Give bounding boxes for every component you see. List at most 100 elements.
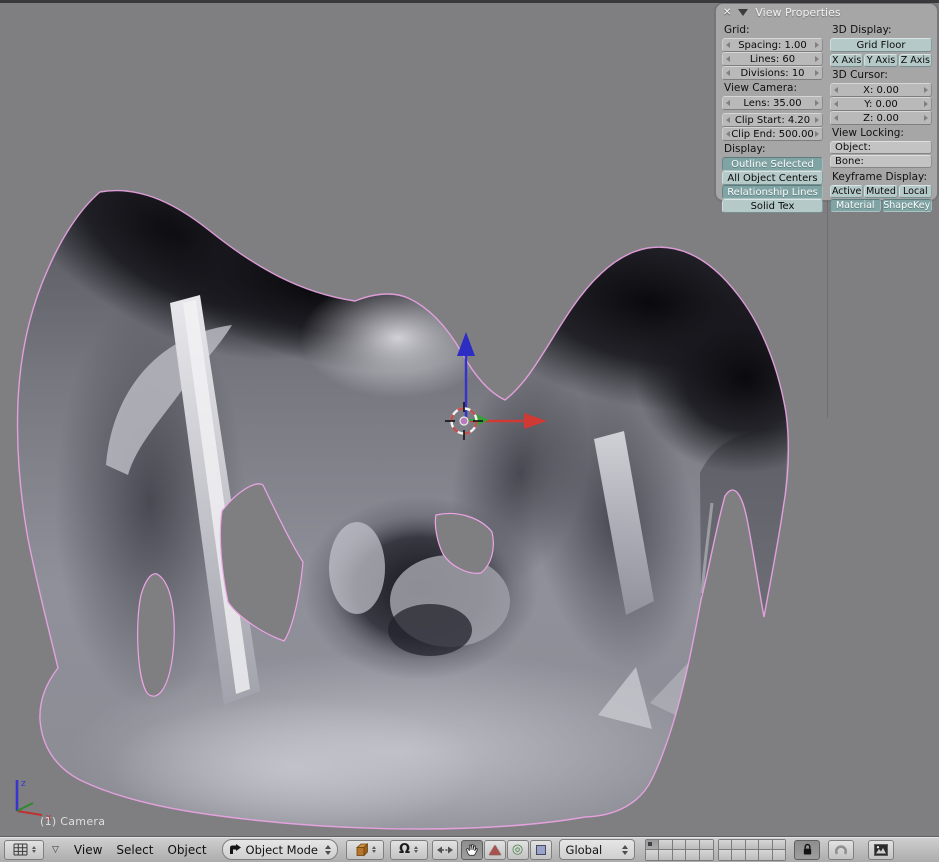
clip-end-field[interactable]: Clip End: 500.00 — [722, 127, 823, 141]
decrement-arrow-icon[interactable] — [834, 101, 838, 107]
decrement-arrow-icon[interactable] — [726, 131, 730, 137]
decrement-arrow-icon[interactable] — [726, 117, 730, 123]
increment-arrow-icon[interactable] — [815, 56, 819, 62]
dropdown-indicator-icon — [32, 846, 36, 853]
layer-toggle-17[interactable] — [732, 850, 745, 860]
decrement-arrow-icon[interactable] — [726, 56, 730, 62]
toggle-y-axis[interactable]: Y Axis — [864, 54, 897, 67]
mode-selector[interactable]: Object Mode — [222, 839, 338, 860]
manipulator-hand-toggle[interactable] — [461, 840, 483, 860]
increment-arrow-icon[interactable] — [815, 70, 819, 76]
grid-editor-icon — [13, 843, 28, 856]
layer-toggle-18[interactable] — [746, 850, 759, 860]
decrement-arrow-icon[interactable] — [834, 115, 838, 121]
close-icon[interactable]: ✕ — [723, 8, 731, 18]
decrement-arrow-icon[interactable] — [726, 70, 730, 76]
3d-viewport[interactable]: z x (1) Camera ✕ View Properties Grid: S… — [0, 0, 939, 836]
cursor-y-field[interactable]: Y: 0.00 — [830, 97, 932, 111]
draw-type-cube-icon — [354, 843, 368, 857]
layer-toggle-20[interactable] — [773, 850, 786, 860]
render-image-icon — [874, 844, 888, 856]
cursor-x-field[interactable]: X: 0.00 — [830, 83, 932, 97]
grid-section-label: Grid: — [722, 22, 823, 38]
blender-window: z x (1) Camera ✕ View Properties Grid: S… — [0, 0, 939, 862]
layer-toggle-7[interactable] — [732, 840, 745, 850]
lock-bone-field[interactable]: Bone: — [830, 155, 932, 168]
editor-type-button[interactable] — [4, 840, 44, 860]
layer-toggle-11[interactable] — [646, 850, 659, 860]
clip-start-field[interactable]: Clip Start: 4.20 — [722, 113, 823, 127]
toggle-keyframe-local[interactable]: Local — [899, 185, 932, 198]
view-properties-panel: ✕ View Properties Grid: Spacing: 1.00 Li… — [715, 3, 938, 201]
translate-manipulator-toggle[interactable] — [484, 840, 506, 860]
increment-arrow-icon[interactable] — [815, 100, 819, 106]
layer-toggle-4[interactable] — [686, 840, 699, 850]
proportional-snap-button[interactable] — [828, 840, 854, 860]
toggle-keyframe-active[interactable]: Active — [830, 185, 863, 198]
scale-manipulator-toggle[interactable] — [530, 840, 552, 860]
toggle-z-axis[interactable]: Z Axis — [899, 54, 932, 67]
layer-toggle-2[interactable] — [659, 840, 672, 850]
increment-arrow-icon[interactable] — [924, 101, 928, 107]
layer-toggle-3[interactable] — [673, 840, 686, 850]
collapse-icon[interactable] — [738, 9, 748, 16]
grid-divisions-field[interactable]: Divisions: 10 — [722, 66, 823, 80]
snap-arc-icon — [834, 843, 848, 856]
increment-arrow-icon[interactable] — [815, 131, 819, 137]
increment-arrow-icon[interactable] — [815, 117, 819, 123]
toggle-keyframe-material[interactable]: Material — [830, 199, 881, 212]
menu-select[interactable]: Select — [116, 843, 153, 857]
lock-object-field[interactable]: Object: — [830, 141, 932, 154]
toggle-keyframe-muted[interactable]: Muted — [864, 185, 897, 198]
layer-toggle-16[interactable] — [719, 850, 732, 860]
menu-object[interactable]: Object — [167, 843, 206, 857]
pulldown-menus-toggle-icon[interactable]: ▽ — [52, 845, 59, 855]
increment-arrow-icon[interactable] — [924, 87, 928, 93]
pivot-point-button[interactable]: Ω — [390, 840, 428, 860]
menu-view[interactable]: View — [74, 843, 102, 857]
increment-arrow-icon[interactable] — [924, 115, 928, 121]
layer-toggle-1[interactable] — [646, 840, 659, 850]
pivot-omega-icon: Ω — [399, 843, 410, 856]
grid-spacing-field[interactable]: Spacing: 1.00 — [722, 38, 823, 52]
layer-toggle-8[interactable] — [746, 840, 759, 850]
layer-buttons-group-1 — [645, 839, 714, 861]
translate-manipulator-icon — [489, 845, 501, 855]
layer-toggle-6[interactable] — [719, 840, 732, 850]
decrement-arrow-icon[interactable] — [726, 42, 730, 48]
translate-z-arrowhead[interactable] — [457, 332, 475, 356]
toggle-keyframe-shapekey[interactable]: ShapeKey — [882, 199, 933, 212]
lock-layers-toggle[interactable] — [794, 840, 820, 860]
dropdown-indicator-icon — [372, 846, 376, 853]
rotate-manipulator-toggle[interactable]: ◎ — [507, 840, 529, 860]
toggle-outline-selected[interactable]: Outline Selected — [722, 157, 823, 171]
grid-lines-field[interactable]: Lines: 60 — [722, 52, 823, 66]
toggle-grid-floor[interactable]: Grid Floor — [830, 38, 932, 52]
manipulator-axis-button[interactable] — [432, 840, 458, 860]
mode-selector-value: Object Mode — [246, 843, 318, 857]
layer-toggle-9[interactable] — [759, 840, 772, 850]
orientation-selector[interactable]: Global — [559, 839, 635, 860]
decrement-arrow-icon[interactable] — [834, 87, 838, 93]
layer-toggle-5[interactable] — [700, 840, 713, 850]
panel-header[interactable]: ✕ View Properties — [716, 4, 937, 20]
layer-toggle-12[interactable] — [659, 850, 672, 860]
lock-icon — [802, 843, 813, 856]
layer-toggle-19[interactable] — [759, 850, 772, 860]
layer-toggle-10[interactable] — [773, 840, 786, 850]
toggle-solid-tex[interactable]: Solid Tex — [722, 199, 823, 213]
draw-type-button[interactable] — [346, 840, 384, 860]
lens-field[interactable]: Lens: 35.00 — [722, 96, 823, 110]
decrement-arrow-icon[interactable] — [726, 100, 730, 106]
combo-updown-icon — [325, 845, 331, 855]
panel-title: View Properties — [755, 6, 840, 19]
toggle-all-object-centers[interactable]: All Object Centers — [722, 171, 823, 185]
toggle-relationship-lines[interactable]: Relationship Lines — [722, 185, 823, 199]
cursor-z-field[interactable]: Z: 0.00 — [830, 111, 932, 125]
increment-arrow-icon[interactable] — [815, 42, 819, 48]
layer-toggle-14[interactable] — [686, 850, 699, 860]
layer-toggle-13[interactable] — [673, 850, 686, 860]
layer-toggle-15[interactable] — [700, 850, 713, 860]
toggle-x-axis[interactable]: X Axis — [830, 54, 863, 67]
render-preview-button[interactable] — [868, 840, 894, 860]
